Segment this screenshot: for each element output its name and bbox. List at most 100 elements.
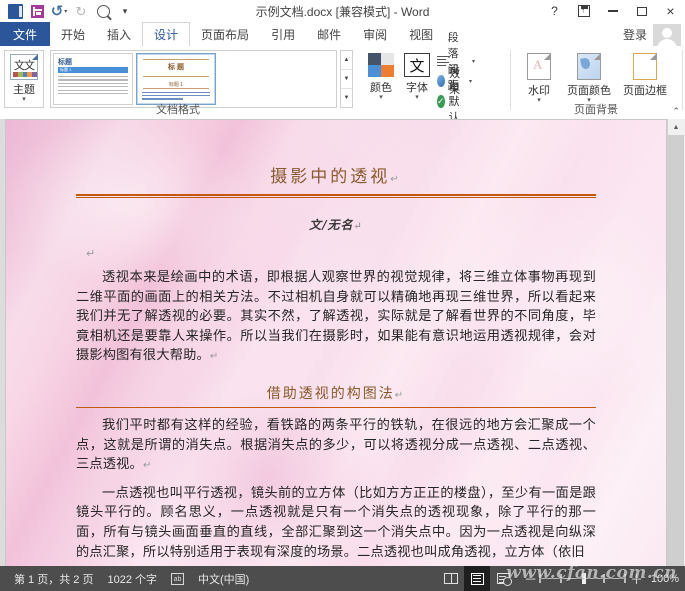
- chevron-down-icon[interactable]: ▾: [469, 78, 472, 85]
- page-borders-button[interactable]: 页面边框: [622, 50, 668, 108]
- style-set-thumb-1[interactable]: 标题 标题 1: [53, 53, 133, 105]
- word-logo-icon: [4, 1, 26, 21]
- paragraph-1-text: 透视本来是绘画中的术语，即根据人观察世界的视觉规律，将三维立体事物再现到二维平面…: [76, 270, 596, 364]
- maximize-button[interactable]: [627, 0, 656, 22]
- tab-home[interactable]: 开始: [50, 22, 97, 46]
- zoom-in-button[interactable]: ＋: [630, 569, 643, 588]
- heading-2-rule: [76, 406, 596, 408]
- undo-icon[interactable]: ↺ ▾: [48, 1, 70, 21]
- save-icon[interactable]: [26, 1, 48, 21]
- page-color-icon: [577, 53, 601, 80]
- set-as-default-button[interactable]: ✓ 设为默认值: [437, 64, 465, 140]
- tab-view[interactable]: 视图: [398, 22, 445, 46]
- proofing-icon: ab: [171, 572, 184, 585]
- chevron-down-icon: ▾: [122, 5, 128, 16]
- status-language[interactable]: 中文(中国): [198, 571, 249, 587]
- document-paragraph-2: 我们平时都有这样的经验，看铁路的两条平行的铁轨，在很远的地方会汇聚成一个点，这就…: [76, 416, 596, 476]
- tab-mailings[interactable]: 邮件: [306, 22, 353, 46]
- watermark-icon: [527, 53, 551, 80]
- pilcrow-icon: ↵: [390, 174, 402, 185]
- window-controls: ? ×: [540, 0, 685, 22]
- ribbon-display-icon: [577, 5, 590, 17]
- view-read-mode-button[interactable]: [438, 566, 464, 591]
- status-proofing[interactable]: ab: [171, 572, 184, 585]
- word-window: ↺ ▾ ↻ ▾ 示例文档.docx [兼容模式] - Word ? ↑ × 文件…: [0, 0, 685, 591]
- question-mark-icon: ?: [551, 4, 558, 18]
- close-icon: ×: [666, 3, 675, 19]
- view-print-layout-button[interactable]: [464, 566, 490, 591]
- tab-review[interactable]: 审阅: [352, 22, 399, 46]
- title-rule: [76, 194, 596, 198]
- empty-paragraph-mark: ↵: [86, 248, 96, 260]
- collapse-ribbon-button[interactable]: ⌃: [672, 106, 680, 117]
- watermark-button[interactable]: 水印 ▾: [516, 50, 562, 108]
- gallery-scroll-down-icon[interactable]: ▼: [341, 69, 352, 88]
- document-workspace: 摄影中的透视↵ 文/无名↵ ↵ 透视本来是绘画中的术语，即根据人观察世界的视觉规…: [0, 119, 685, 566]
- document-byline: 文/无名↵: [76, 216, 596, 233]
- document-paragraph-3: 一点透视也叫平行透视，镜头前的立方体（比如方方正正的楼盘），至少有一面是跟镜头平…: [76, 485, 596, 560]
- tab-references[interactable]: 引用: [260, 22, 307, 46]
- style-set-thumb-2[interactable]: 标 题 标题 1: [136, 53, 216, 105]
- style-thumb-1-body-lines: [58, 76, 128, 96]
- ribbon-separator: [510, 50, 511, 110]
- page-color-button[interactable]: 页面颜色 ▾: [566, 50, 612, 108]
- watermark-label: 水印: [528, 85, 550, 97]
- style-set-gallery[interactable]: 标题 标题 1 标 题 标题 1: [50, 50, 337, 108]
- group-label-page-background: 页面背景: [574, 104, 618, 116]
- zoom-out-button[interactable]: －: [524, 569, 537, 588]
- tab-insert[interactable]: 插入: [96, 22, 143, 46]
- scrollbar-thumb[interactable]: [668, 135, 684, 566]
- zoom-percent-label[interactable]: 100%: [649, 573, 679, 585]
- document-page[interactable]: 摄影中的透视↵ 文/无名↵ ↵ 透视本来是绘画中的术语，即根据人观察世界的视觉规…: [6, 120, 666, 566]
- paragraph-2-text: 我们平时都有这样的经验，看铁路的两条平行的铁轨，在很远的地方会汇聚成一个点，这就…: [76, 417, 596, 473]
- page-color-label: 页面颜色: [567, 85, 611, 97]
- document-byline-text: 文/无名: [309, 218, 354, 232]
- print-preview-icon[interactable]: [92, 1, 114, 21]
- minimize-button[interactable]: [598, 0, 627, 22]
- sign-in-link[interactable]: 登录: [623, 22, 647, 46]
- check-circle-icon: ✓: [437, 94, 445, 108]
- status-word-count[interactable]: 1022 个字: [107, 571, 157, 587]
- ribbon-display-options-button[interactable]: [569, 0, 598, 22]
- colors-label: 颜色: [370, 82, 392, 94]
- page-borders-label: 页面边框: [623, 85, 667, 97]
- themes-icon: 文文: [10, 54, 38, 80]
- zoom-slider-track[interactable]: [539, 572, 626, 584]
- tab-page-layout[interactable]: 页面布局: [190, 22, 261, 46]
- view-web-layout-button[interactable]: [490, 566, 516, 591]
- undo-caret-icon[interactable]: ▾: [64, 8, 67, 15]
- save-glyph: [30, 4, 44, 18]
- style-thumb-2-rule-top: [143, 59, 209, 60]
- vertical-scrollbar[interactable]: ▲: [667, 119, 685, 566]
- chevron-down-icon[interactable]: ▾: [379, 94, 383, 101]
- ribbon-group-page-background: 水印 ▾ 页面颜色 ▾ 页面边框 页面背景: [512, 46, 680, 119]
- status-page-info[interactable]: 第 1 页，共 2 页: [14, 571, 93, 587]
- title-bar: ↺ ▾ ↻ ▾ 示例文档.docx [兼容模式] - Word ? ↑ ×: [0, 0, 685, 22]
- tab-design[interactable]: 设计: [142, 22, 191, 46]
- chevron-down-icon[interactable]: ▾: [472, 58, 475, 65]
- document-title-text: 摄影中的透视: [270, 167, 391, 187]
- tab-file[interactable]: 文件: [0, 22, 50, 46]
- chevron-down-icon[interactable]: ▾: [415, 94, 419, 101]
- print-layout-icon: [470, 572, 484, 585]
- zoom-control[interactable]: － ＋ 100%: [524, 569, 679, 588]
- redo-icon[interactable]: ↻: [70, 1, 92, 21]
- style-thumb-2-sub: 标题 1: [168, 82, 184, 88]
- help-button[interactable]: ?: [540, 0, 569, 22]
- style-thumb-2-rule-bottom: [143, 88, 209, 89]
- close-button[interactable]: ×: [656, 0, 685, 22]
- themes-button[interactable]: 文文 主题 ▾: [4, 50, 44, 108]
- status-right-cluster: － ＋ 100%: [438, 566, 685, 591]
- theme-fonts-button[interactable]: 文 字体 ▾: [396, 50, 438, 108]
- customize-qat-icon[interactable]: ▾: [114, 1, 136, 21]
- heading-2-text: 借助透视的构图法: [266, 385, 395, 402]
- scroll-up-icon[interactable]: ▲: [668, 119, 684, 135]
- zoom-slider-thumb[interactable]: [582, 572, 586, 584]
- document-title: 摄影中的透视↵: [76, 162, 596, 187]
- style-thumb-2-title: 标 题: [168, 64, 184, 71]
- gallery-scroll-controls[interactable]: ▲ ▼ ▼: [340, 50, 353, 108]
- effects-icon: [437, 75, 446, 87]
- style-thumb-2-rule-mid: [143, 76, 209, 77]
- pilcrow-icon: ↵: [209, 351, 219, 363]
- gallery-scroll-up-icon[interactable]: ▲: [341, 51, 352, 69]
